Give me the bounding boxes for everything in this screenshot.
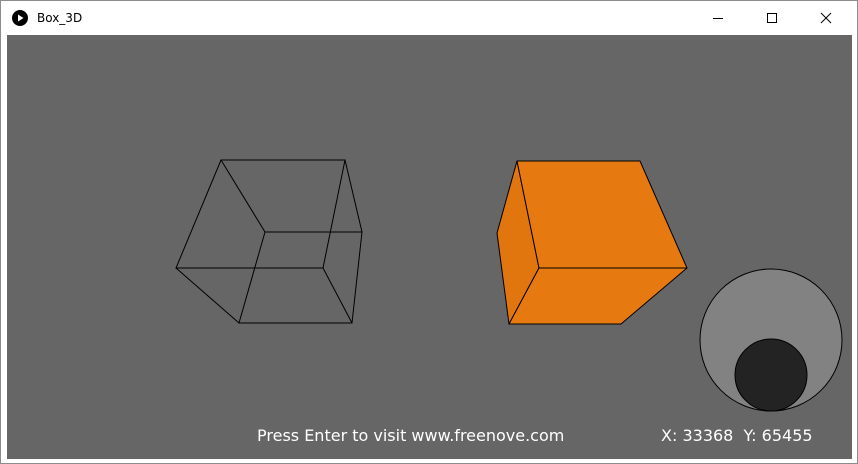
solid-box	[496, 160, 688, 325]
press-enter-text: Press Enter to visit www.freenove.com	[257, 426, 565, 445]
coordinates-readout: X: 33368 Y: 65455	[661, 425, 813, 447]
x-label: X:	[661, 426, 678, 445]
minimize-icon	[713, 18, 723, 19]
joystick[interactable]	[699, 268, 843, 412]
window-title: Box_3D	[37, 11, 83, 25]
app-window: Box_3D Press Enter to visit www.freenove…	[0, 0, 858, 464]
sketch-canvas[interactable]: Press Enter to visit www.freenove.com X:…	[7, 35, 852, 459]
maximize-button[interactable]	[749, 1, 795, 35]
x-value: 33368	[682, 426, 734, 445]
joystick-knob	[734, 338, 808, 412]
maximize-icon	[767, 13, 777, 23]
close-button[interactable]	[803, 1, 849, 35]
minimize-button[interactable]	[695, 1, 741, 35]
y-label: Y:	[743, 426, 757, 445]
close-icon	[820, 12, 832, 24]
title-bar[interactable]: Box_3D	[1, 1, 857, 35]
y-value: 65455	[761, 426, 813, 445]
processing-play-icon	[12, 10, 28, 26]
wireframe-box	[175, 159, 363, 324]
